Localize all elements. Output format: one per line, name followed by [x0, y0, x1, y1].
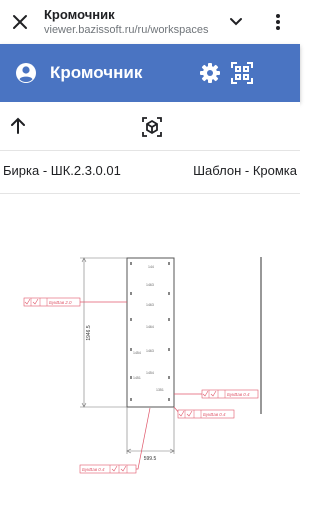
edge-label-text: БукВав 0.4	[82, 467, 105, 472]
edge-label[interactable]: БукВав 0.4	[177, 409, 235, 419]
part-mark: 1454	[133, 351, 141, 355]
close-icon[interactable]	[8, 10, 32, 34]
edge-label-text: БукВав 2.0	[49, 300, 72, 305]
page-url: viewer.bazissoft.ru/ru/workspaces	[44, 24, 209, 36]
app-title: Кромочник	[50, 63, 143, 82]
part-mark: 1464	[146, 325, 154, 329]
edge-label[interactable]: БукВав 0.4	[79, 464, 137, 474]
edge-label[interactable]: БукВав 2.0	[23, 297, 81, 307]
info-row: Бирка - ШК.2.3.0.01 Шаблон - Кромка	[0, 151, 300, 193]
part-mark: 1463	[146, 349, 154, 353]
panel-outline	[126, 257, 175, 408]
edge-label-text: БукВав 0.4	[203, 412, 226, 417]
part-mark: 1351	[156, 388, 164, 392]
viewer-toolbar	[0, 102, 300, 150]
edge-label-text: БукВав 0.4	[227, 392, 250, 397]
width-dimension	[126, 407, 175, 454]
part-mark: 1463	[146, 283, 154, 287]
more-vert-icon[interactable]	[266, 10, 290, 34]
tag-label: Бирка - ШК.2.3.0.01	[3, 163, 121, 178]
arrow-up-icon[interactable]	[7, 115, 29, 137]
3d-cube-icon[interactable]	[141, 116, 163, 138]
chevron-down-icon[interactable]	[224, 10, 248, 34]
gear-icon[interactable]	[198, 61, 222, 85]
drawing-canvas: 144 1463 1463 1464 1463 1454 1454 1451 1…	[23, 257, 262, 474]
account-circle-icon[interactable]	[14, 61, 38, 85]
app-bar: Кромочник	[0, 44, 300, 102]
browser-tab-bar: Кромочник viewer.bazissoft.ru/ru/workspa…	[0, 0, 300, 44]
part-mark: 1454	[146, 371, 154, 375]
qr-scan-icon[interactable]	[230, 61, 254, 85]
height-dim-label: 1946.5	[86, 325, 92, 341]
part-mark: 144	[148, 265, 154, 269]
part-drawing[interactable]: 144 1463 1463 1464 1463 1454 1454 1451 1…	[0, 194, 300, 494]
part-mark: 1451	[133, 376, 141, 380]
page-title: Кромочник	[44, 7, 115, 22]
part-mark: 1463	[146, 303, 154, 307]
edge-label[interactable]: БукВав 0.4	[201, 389, 259, 399]
template-label: Шаблон - Кромка	[193, 163, 297, 178]
width-dim-label: 599.5	[144, 456, 157, 462]
